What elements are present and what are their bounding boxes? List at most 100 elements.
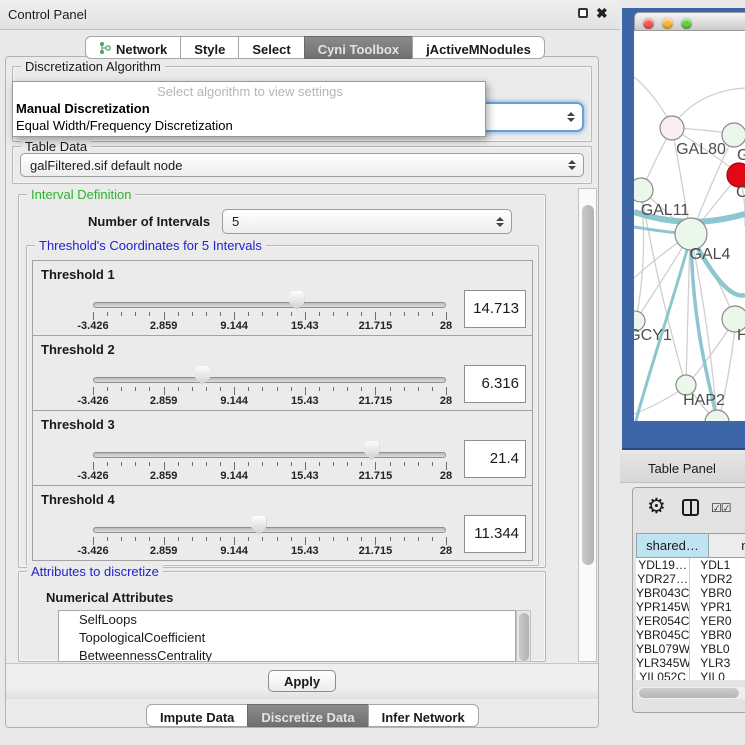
tab-discretize-data[interactable]: Discretize Data — [247, 704, 367, 727]
table-row[interactable]: YBL079WYBL0 — [636, 642, 745, 656]
table-row[interactable]: YIL052CYIL0 — [636, 670, 745, 680]
tick-mark — [93, 312, 94, 320]
main-scrollbar-thumb[interactable] — [582, 205, 594, 565]
node-label: C — [736, 184, 745, 201]
threshold-label: Threshold 4 — [41, 492, 115, 507]
tab-infer-network[interactable]: Infer Network — [368, 704, 479, 727]
tick-mark — [418, 312, 419, 316]
tick-label: 15.43 — [291, 470, 319, 482]
apply-button[interactable]: Apply — [268, 670, 336, 692]
list-item[interactable]: SelfLoops — [59, 611, 515, 629]
column-header-shared-name[interactable]: shared… — [636, 533, 709, 558]
network-canvas[interactable]: GAL80GACGAL11GAL4GCY1HHAP2 — [634, 31, 745, 421]
tick-label: 21.715 — [359, 545, 393, 557]
table-row[interactable]: YLR345WYLR3 — [636, 656, 745, 670]
node-label: GAL11 — [641, 202, 690, 219]
slider-track[interactable] — [93, 302, 446, 308]
table-hscrollbar-thumb[interactable] — [639, 688, 739, 698]
tick-mark — [432, 537, 433, 541]
tick-mark — [305, 462, 306, 470]
tick-label: 15.43 — [291, 545, 319, 557]
tick-label: -3.426 — [77, 470, 108, 482]
dropdown-option[interactable]: Manual Discretization — [15, 101, 485, 118]
zoom-traffic-light[interactable] — [681, 18, 692, 29]
table-hscrollbar-track[interactable] — [637, 687, 745, 699]
tick-label: 21.715 — [359, 470, 393, 482]
tick-mark — [248, 387, 249, 391]
tick-label: 28 — [440, 395, 452, 407]
table-cell: YPR1 — [690, 600, 745, 614]
network-node[interactable] — [660, 116, 684, 140]
tab-label: Style — [194, 42, 225, 57]
table-row[interactable]: YBR045CYBR0 — [636, 628, 745, 642]
tick-label: -3.426 — [77, 395, 108, 407]
attributes-scrollbar-thumb[interactable] — [519, 613, 529, 661]
tick-mark — [361, 387, 362, 391]
network-node[interactable] — [705, 410, 729, 421]
tick-mark — [262, 387, 263, 391]
tick-mark — [220, 312, 221, 316]
table-row[interactable]: YER054CYER0 — [636, 614, 745, 628]
threshold-value-field[interactable]: 6.316 — [464, 365, 526, 403]
close-icon[interactable]: ✖ — [596, 7, 608, 19]
main-scrollbar-track[interactable] — [578, 188, 597, 662]
network-graph[interactable]: GAL80GACGAL11GAL4GCY1HHAP2 — [634, 31, 745, 421]
tab-style[interactable]: Style — [180, 36, 238, 59]
slider-track[interactable] — [93, 377, 446, 383]
tick-mark — [178, 312, 179, 316]
combo-arrows-icon — [496, 210, 504, 233]
gear-icon[interactable]: ⚙ — [647, 494, 666, 519]
tab-cyni-toolbox[interactable]: Cyni Toolbox — [304, 36, 412, 59]
table-row[interactable]: YBR043CYBR0 — [636, 586, 745, 600]
attributes-scrollbar-track[interactable] — [516, 610, 531, 662]
tick-mark — [107, 387, 108, 391]
table-row[interactable]: YDL19…YDL1 — [636, 558, 745, 572]
float-window-icon[interactable] — [578, 8, 588, 18]
numerical-attributes-list[interactable]: SelfLoopsTopologicalCoefficientBetweenne… — [58, 610, 516, 662]
list-item[interactable]: TopologicalCoefficient — [59, 629, 515, 647]
table-data-combobox[interactable]: galFiltered.sif default node — [20, 153, 584, 177]
checkbox-columns-icon[interactable]: ☑☑ — [711, 501, 731, 515]
threshold-panel: Threshold 3-3.4262.8599.14415.4321.71528… — [32, 410, 533, 486]
threshold-value-field[interactable]: 21.4 — [464, 440, 526, 478]
threshold-value-field[interactable]: 14.713 — [464, 290, 526, 328]
tick-mark — [319, 462, 320, 466]
tick-mark — [347, 312, 348, 316]
slider-ticks — [93, 312, 446, 320]
network-edge[interactable] — [678, 88, 745, 119]
tick-mark — [277, 387, 278, 391]
list-item[interactable]: BetweennessCentrality — [59, 647, 515, 662]
tab-jactivemnodules[interactable]: jActiveMNodules — [412, 36, 545, 59]
minimize-traffic-light[interactable] — [662, 18, 673, 29]
network-node[interactable] — [634, 178, 653, 202]
tick-mark — [291, 537, 292, 541]
dropdown-option[interactable]: Equal Width/Frequency Discretization — [15, 118, 485, 135]
tick-mark — [319, 537, 320, 541]
tab-select[interactable]: Select — [238, 36, 303, 59]
threshold-value-field[interactable]: 11.344 — [464, 515, 526, 553]
tick-mark — [192, 537, 193, 541]
control-panel-titlebar: Control Panel ✖ — [0, 0, 620, 30]
network-edge[interactable] — [688, 321, 734, 384]
table-row[interactable]: YPR145WYPR1 — [636, 600, 745, 614]
slider-track[interactable] — [93, 452, 446, 458]
threshold-label: Threshold 3 — [41, 417, 115, 432]
number-of-intervals-combobox[interactable]: 5 — [222, 209, 512, 234]
tick-mark — [149, 462, 150, 466]
tick-mark — [432, 312, 433, 316]
table-row[interactable]: YDR27…YDR2 — [636, 572, 745, 586]
tick-mark — [361, 537, 362, 541]
tab-network[interactable]: Network — [85, 36, 180, 59]
tick-mark — [375, 387, 376, 395]
tab-impute-data[interactable]: Impute Data — [146, 704, 247, 727]
tick-label: 2.859 — [150, 320, 178, 332]
tick-mark — [333, 537, 334, 541]
tick-mark — [418, 537, 419, 541]
split-columns-icon[interactable] — [682, 499, 699, 516]
slider-track[interactable] — [93, 527, 446, 533]
column-header-name[interactable]: na — [709, 533, 745, 558]
close-traffic-light[interactable] — [643, 18, 654, 29]
tick-mark — [178, 462, 179, 466]
tick-mark — [262, 537, 263, 541]
tick-mark — [220, 462, 221, 466]
